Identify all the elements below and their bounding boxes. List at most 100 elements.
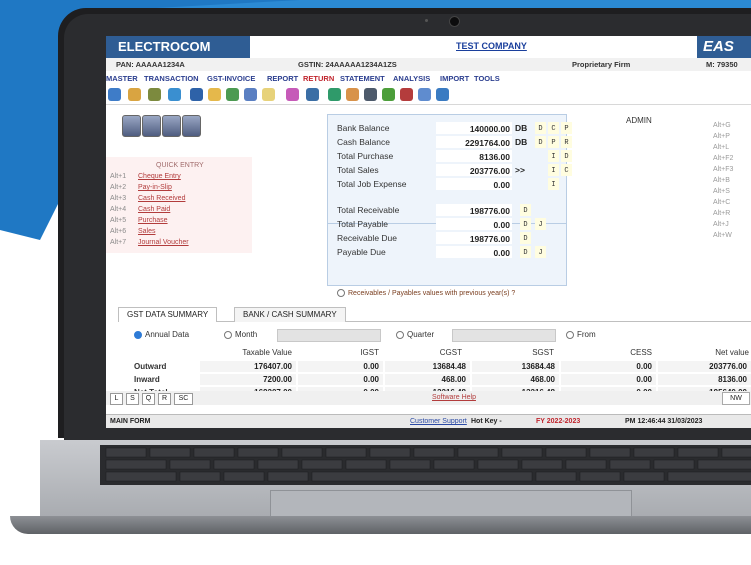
toolbar	[106, 86, 751, 105]
annual-radio[interactable]: Annual Data	[134, 330, 189, 339]
trash-icon[interactable]	[400, 88, 413, 101]
brand-right: EAS	[697, 36, 751, 58]
cart-icon[interactable]	[306, 88, 319, 101]
grid-icon[interactable]	[382, 88, 395, 101]
from-radio[interactable]: From	[566, 330, 596, 339]
tab-gst-data-summary[interactable]: GST DATA SUMMARY	[118, 307, 218, 322]
balance-row[interactable]: Payable Due 0.00 DJ	[328, 245, 566, 259]
column-header: Net value	[715, 348, 749, 357]
l-button[interactable]: L	[110, 393, 123, 405]
clock: PM 12:46:44 31/03/2023	[625, 418, 703, 425]
menu-master[interactable]: MASTER	[106, 72, 138, 85]
month-radio[interactable]: Month	[224, 330, 257, 339]
summary-tabs: GST DATA SUMMARY BANK / CASH SUMMARY	[118, 307, 751, 322]
company-icon[interactable]	[122, 115, 141, 137]
report-icon[interactable]	[286, 88, 299, 101]
quick-entry-link[interactable]: Pay-in-Slip	[138, 184, 172, 191]
bank-icon[interactable]	[244, 88, 257, 101]
financial-year: FY 2022-2023	[536, 418, 581, 425]
users-icon[interactable]	[128, 88, 141, 101]
sensor-dot	[425, 19, 428, 22]
bottom-button-row: L S Q R SC Software Help NW	[106, 391, 751, 405]
inventory-icon[interactable]	[162, 115, 181, 137]
tab-bank-cash-summary[interactable]: BANK / CASH SUMMARY	[234, 307, 346, 322]
period-filters: Annual Data Month Quarter From	[106, 327, 751, 343]
pan-text: PAN: AAAAA1234A	[116, 60, 185, 69]
quick-entry-row: Alt+7 Journal Voucher	[110, 239, 189, 246]
menu-transaction[interactable]: TRANSACTION	[144, 72, 199, 85]
balance-row[interactable]: Total Job Expense 0.00 I	[328, 177, 566, 191]
quick-entry-row: Alt+4 Cash Paid	[110, 206, 171, 213]
sc-button[interactable]: SC	[174, 393, 193, 405]
alt-key: Alt+B	[713, 177, 730, 184]
column-header: Taxable Value	[242, 348, 292, 357]
balance-row[interactable]: Total Sales 203776.00 >> IC	[328, 163, 572, 177]
q-button[interactable]: Q	[142, 393, 155, 405]
app-screen: ELECTROCOM TEST COMPANY EAS PAN: AAAAA12…	[106, 36, 751, 428]
quick-entry-row: Alt+2 Pay-in-Slip	[110, 184, 172, 191]
r-button[interactable]: R	[158, 393, 171, 405]
notes-icon[interactable]	[262, 88, 275, 101]
backup-icon[interactable]	[436, 88, 449, 101]
balance-summary-box: Bank Balance 140000.00 DB DCP Cash Balance…	[327, 114, 572, 286]
alt-key: Alt+P	[713, 133, 730, 140]
customer-support-link[interactable]: Customer Support	[410, 415, 467, 428]
balance-row[interactable]: Cash Balance 2291764.00 DB DPR	[328, 135, 572, 149]
quarter-select[interactable]	[452, 329, 556, 342]
menu-gst-invoice[interactable]: GST-INVOICE	[207, 72, 255, 85]
calculator-icon[interactable]	[328, 88, 341, 101]
alt-key: Alt+J	[713, 221, 729, 228]
menu-import[interactable]: IMPORT	[440, 72, 469, 85]
alt-key: Alt+R	[713, 210, 731, 217]
quick-entry-link[interactable]: Sales	[138, 228, 156, 235]
quick-entry-link[interactable]: Cheque Entry	[138, 173, 181, 180]
cheque-icon[interactable]	[226, 88, 239, 101]
month-select[interactable]	[277, 329, 381, 342]
nw-button[interactable]: NW	[722, 392, 750, 405]
quarter-radio[interactable]: Quarter	[396, 330, 434, 339]
quick-entry-title: QUICK ENTRY	[156, 162, 204, 169]
column-header: CGST	[439, 348, 462, 357]
previous-year-note[interactable]: Receivables / Payables values with previ…	[337, 289, 515, 297]
transfer-icon[interactable]	[346, 88, 359, 101]
quick-entry-link[interactable]: Purchase	[138, 217, 168, 224]
main-menu: MASTER TRANSACTION GST-INVOICE REPORT RE…	[106, 72, 751, 85]
glasses-icon[interactable]	[364, 88, 377, 101]
balance-row[interactable]: Receivable Due 198776.00 D	[328, 231, 566, 245]
menu-report[interactable]: REPORT	[267, 72, 298, 85]
menu-analysis[interactable]: ANALYSIS	[393, 72, 430, 85]
balance-row[interactable]: Total Purchase 8136.00 ID	[328, 149, 572, 163]
hotkey-dropdown[interactable]: Hot Key -	[471, 415, 502, 428]
balance-row[interactable]: Total Receivable 198776.00 D	[328, 203, 566, 217]
status-form: MAIN FORM	[110, 418, 151, 425]
new-icon[interactable]	[108, 88, 121, 101]
balance-row[interactable]: Total Payable 0.00 DJ	[328, 217, 566, 231]
ledger-icon[interactable]	[148, 88, 161, 101]
menu-tools[interactable]: TOOLS	[474, 72, 500, 85]
app-header: ELECTROCOM TEST COMPANY EAS	[106, 36, 751, 58]
laptop-front-edge	[10, 516, 751, 534]
list-icon[interactable]	[418, 88, 431, 101]
currency-icon[interactable]	[182, 115, 201, 137]
menu-statement[interactable]: STATEMENT	[340, 72, 385, 85]
table-row: Outward 176407.00 0.00 13684.48 13684.48…	[106, 361, 751, 373]
alt-key: Alt+F3	[713, 166, 734, 173]
alt-key: Alt+W	[713, 232, 732, 239]
quick-entry-link[interactable]: Cash Paid	[138, 206, 170, 213]
radio-icon	[396, 330, 404, 339]
note-checkbox[interactable]	[337, 289, 345, 297]
folder-icon[interactable]	[208, 88, 221, 101]
menu-return[interactable]: RETURN	[303, 72, 334, 85]
software-help-link[interactable]: Software Help	[432, 394, 476, 401]
quick-entry-link[interactable]: Cash Received	[138, 195, 185, 202]
keyboard	[100, 445, 751, 485]
balance-row[interactable]: Bank Balance 140000.00 DB DCP	[328, 121, 572, 135]
quick-entry-link[interactable]: Journal Voucher	[138, 239, 189, 246]
edit-icon[interactable]	[168, 88, 181, 101]
account-icon[interactable]	[142, 115, 161, 137]
s-button[interactable]: S	[126, 393, 139, 405]
print-icon[interactable]	[190, 88, 203, 101]
firm-type-text: Proprietary Firm	[572, 60, 631, 69]
radio-icon	[566, 330, 574, 339]
company-name[interactable]: TEST COMPANY	[456, 41, 527, 51]
